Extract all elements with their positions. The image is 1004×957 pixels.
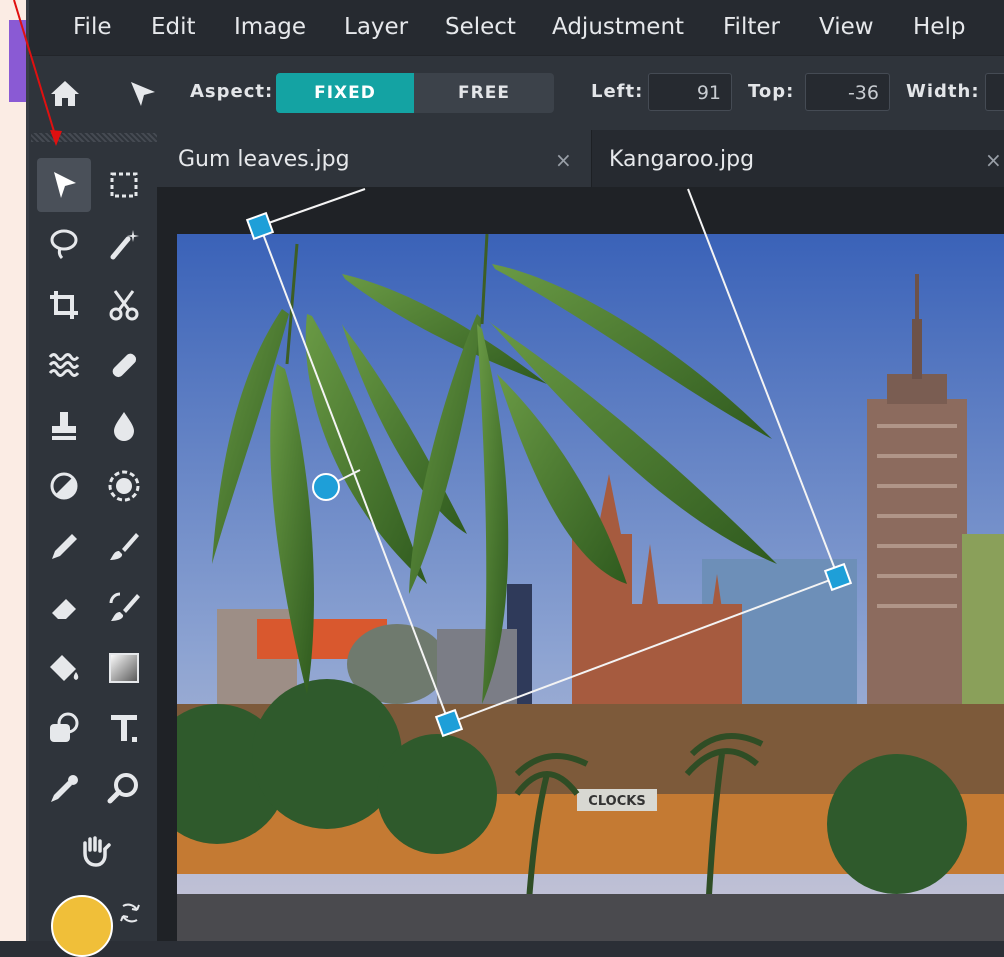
lasso-tool[interactable] — [37, 217, 91, 271]
waves-icon — [48, 353, 80, 377]
canvas-area[interactable]: CLOCKS — [157, 187, 1004, 941]
lasso-icon — [50, 229, 78, 260]
bucket-icon — [50, 655, 79, 681]
width-input[interactable] — [985, 73, 1004, 111]
sun-icon — [108, 470, 140, 502]
stamp-icon — [52, 412, 76, 440]
bandage-icon — [112, 353, 137, 378]
options-toolbar: Aspect: FIXED FREE Left: 91 Top: -36 Wid… — [29, 55, 1004, 131]
magic-wand-icon — [110, 230, 139, 260]
tools-panel — [29, 130, 157, 957]
width-label: Width: — [906, 81, 980, 102]
brush-swap-icon — [109, 592, 140, 621]
shape-tool[interactable] — [37, 701, 91, 755]
hand-tool[interactable] — [67, 824, 121, 878]
left-label: Left: — [591, 81, 644, 102]
top-label: Top: — [748, 81, 795, 102]
home-icon[interactable] — [48, 76, 82, 110]
zoom-tool[interactable] — [97, 762, 151, 816]
text-icon — [111, 715, 137, 742]
menu-filter[interactable]: Filter — [723, 0, 780, 55]
move-tool[interactable] — [37, 158, 91, 212]
move-pointer-icon[interactable] — [125, 76, 159, 110]
aspect-label: Aspect: — [190, 81, 274, 102]
color-replace-tool[interactable] — [97, 580, 151, 634]
marquee-icon — [110, 172, 138, 198]
panel-grip[interactable] — [31, 133, 157, 142]
text-tool[interactable] — [97, 701, 151, 755]
shapes-icon — [50, 712, 79, 742]
aspect-fixed-button[interactable]: FIXED — [276, 73, 414, 113]
menu-select[interactable]: Select — [445, 0, 516, 55]
tab-label: Kangaroo.jpg — [609, 147, 755, 172]
menu-image[interactable]: Image — [234, 0, 306, 55]
river-bank — [177, 894, 1004, 941]
magic-wand-tool[interactable] — [97, 217, 151, 271]
menu-file[interactable]: File — [73, 0, 112, 55]
photo-canvas[interactable]: CLOCKS — [177, 234, 1004, 941]
liquify-tool[interactable] — [37, 338, 91, 392]
cut-tool[interactable] — [97, 278, 151, 332]
close-icon[interactable]: × — [985, 130, 1002, 190]
tab-kangaroo[interactable]: Kangaroo.jpg × — [592, 130, 1004, 187]
menu-edit[interactable]: Edit — [151, 0, 196, 55]
aspect-free-button[interactable]: FREE — [414, 73, 554, 113]
eyedropper-tool[interactable] — [37, 762, 91, 816]
foreground-color-swatch[interactable] — [51, 895, 113, 957]
close-icon[interactable]: × — [555, 130, 572, 190]
gradient-tool[interactable] — [97, 641, 151, 695]
hand-icon — [83, 836, 111, 867]
menu-view[interactable]: View — [819, 0, 874, 55]
menu-help[interactable]: Help — [913, 0, 965, 55]
crop-tool[interactable] — [37, 278, 91, 332]
pencil-icon — [52, 534, 77, 559]
scissors-icon — [109, 290, 139, 321]
brush-icon — [110, 533, 139, 560]
magnifier-icon — [107, 773, 138, 804]
pencil-tool[interactable] — [37, 520, 91, 574]
dodge-tool[interactable] — [97, 459, 151, 513]
gradient-icon — [109, 653, 139, 683]
crop-icon — [50, 291, 78, 319]
top-input[interactable]: -36 — [805, 73, 890, 111]
document-tabs: Gum leaves.jpg × Kangaroo.jpg × — [157, 130, 1004, 187]
menu-adjustment[interactable]: Adjustment — [552, 0, 684, 55]
tab-gum-leaves[interactable]: Gum leaves.jpg × — [157, 130, 592, 187]
browser-page-strip — [0, 0, 29, 941]
menu-bar: File Edit Image Layer Select Adjustment … — [29, 0, 1004, 55]
brush-tool[interactable] — [97, 520, 151, 574]
heal-tool[interactable] — [97, 338, 151, 392]
clock-sign-text: CLOCKS — [588, 794, 645, 809]
eraser-icon — [52, 599, 76, 619]
blur-tool[interactable] — [97, 399, 151, 453]
arrow-icon — [54, 172, 76, 198]
eyedropper-icon — [51, 775, 78, 802]
sponge-tool[interactable] — [37, 459, 91, 513]
stamp-tool[interactable] — [37, 399, 91, 453]
tab-label: Gum leaves.jpg — [178, 147, 350, 172]
menu-layer[interactable]: Layer — [344, 0, 408, 55]
swap-colors-icon[interactable] — [117, 900, 143, 926]
left-input[interactable]: 91 — [648, 73, 732, 111]
drop-icon — [114, 412, 134, 441]
marquee-tool[interactable] — [97, 158, 151, 212]
fill-tool[interactable] — [37, 641, 91, 695]
half-circle-icon — [50, 472, 78, 500]
eraser-tool[interactable] — [37, 580, 91, 634]
